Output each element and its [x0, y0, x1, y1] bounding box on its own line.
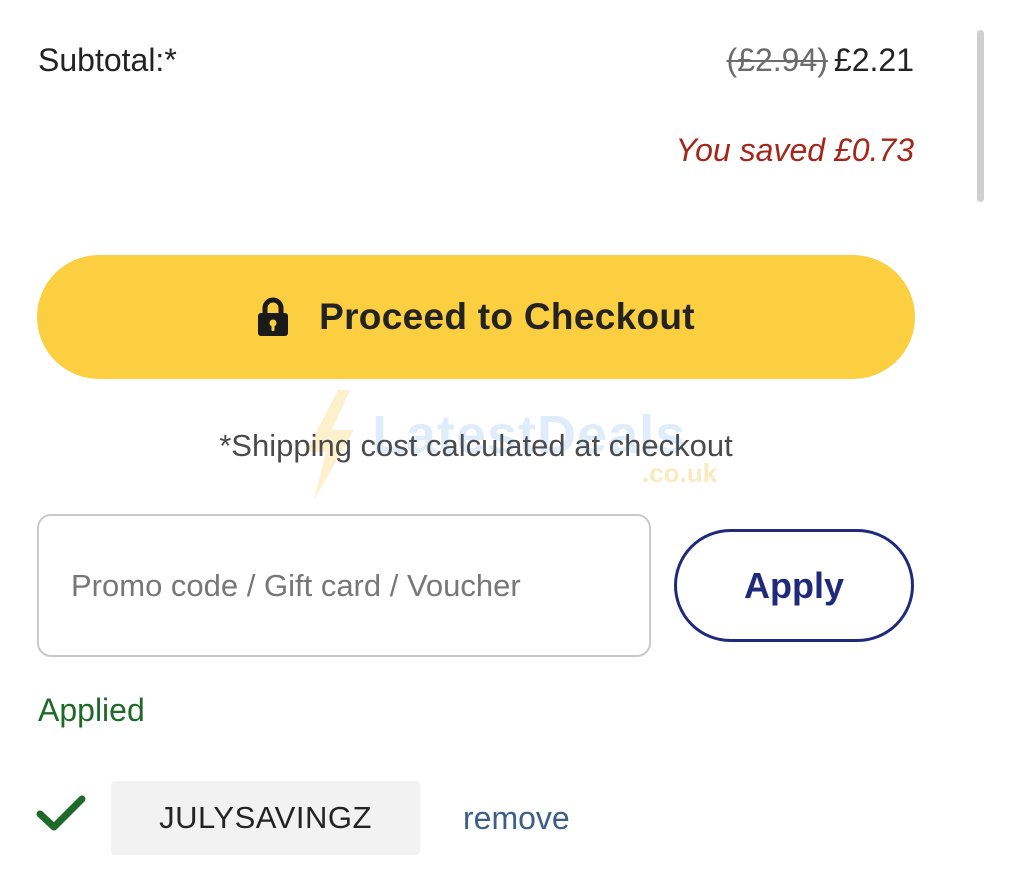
remove-code-link[interactable]: remove [463, 796, 570, 840]
subtotal-prices: (£2.94) £2.21 [727, 38, 914, 82]
proceed-to-checkout-button[interactable]: Proceed to Checkout [37, 255, 915, 379]
shipping-note: *Shipping cost calculated at checkout [219, 428, 733, 463]
applied-code-chip: JULYSAVINGZ [111, 781, 420, 855]
applied-label: Applied [38, 692, 145, 728]
subtotal-label: Subtotal:* [38, 42, 177, 78]
checkout-button-label: Proceed to Checkout [319, 296, 695, 337]
promo-code-input[interactable] [37, 514, 651, 657]
checkout-button-content: Proceed to Checkout [257, 296, 695, 338]
current-price: £2.21 [833, 42, 914, 78]
apply-button[interactable]: Apply [674, 529, 914, 642]
scrollbar-thumb[interactable] [977, 30, 984, 202]
savings-text: You saved £0.73 [675, 132, 914, 168]
original-price: (£2.94) [726, 42, 828, 78]
checkmark-icon [36, 795, 86, 831]
lock-icon [257, 297, 289, 337]
